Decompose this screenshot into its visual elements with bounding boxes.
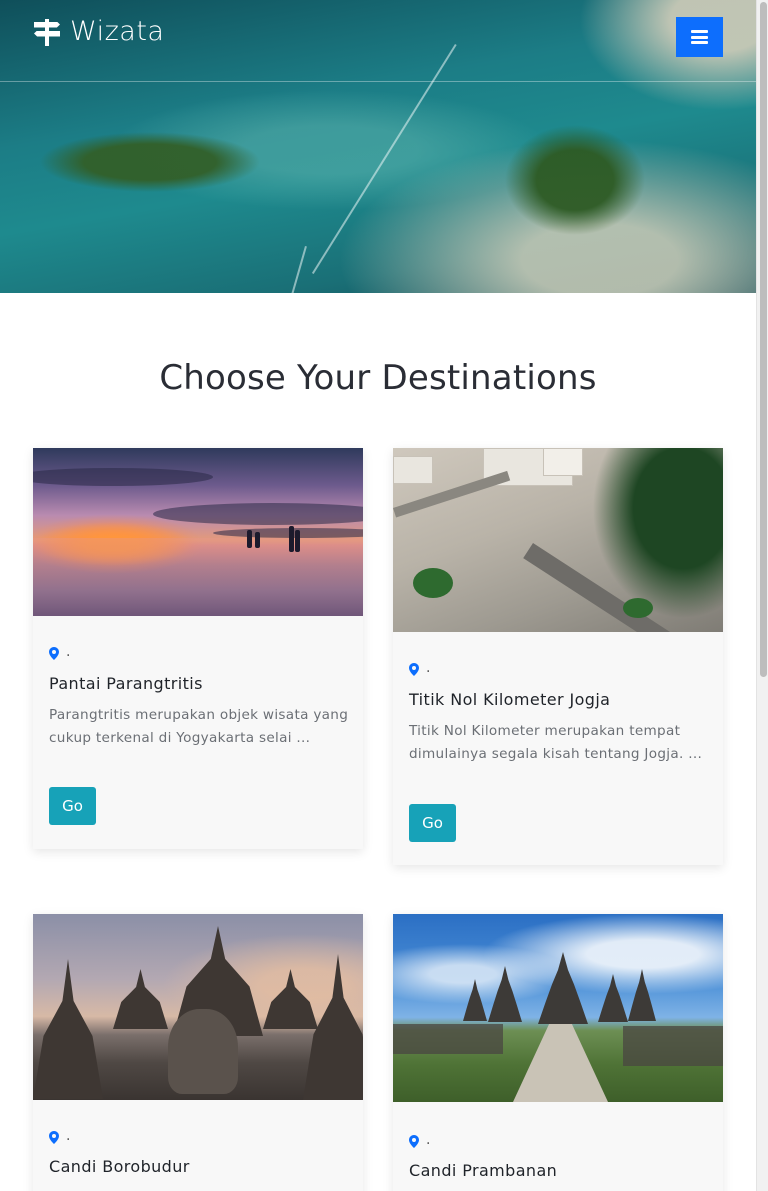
destination-photo-parangtritis — [33, 448, 363, 616]
location-text: . — [426, 1132, 431, 1148]
destination-title[interactable]: Candi Prambanan — [409, 1161, 557, 1180]
destination-card: . Pantai Parangtritis Parangtritis merup… — [33, 448, 363, 849]
location-text: . — [66, 644, 71, 660]
destination-description: Titik Nol Kilometer merupakan tempat dim… — [409, 723, 703, 762]
location-pin-icon — [49, 1131, 59, 1144]
scrollbar-thumb[interactable] — [760, 2, 767, 677]
destination-description: Parangtritis merupakan objek wisata yang… — [49, 707, 349, 746]
go-button[interactable]: Go — [409, 804, 456, 842]
destination-card: . Candi Prambanan — [393, 914, 723, 1191]
destination-photo-borobudur — [33, 914, 363, 1100]
brand-name: Wizata — [70, 16, 165, 47]
destination-photo-prambanan — [393, 914, 723, 1102]
destination-title[interactable]: Pantai Parangtritis — [49, 674, 203, 693]
destination-title[interactable]: Candi Borobudur — [49, 1157, 190, 1176]
destination-card: . Candi Borobudur — [33, 914, 363, 1191]
location-pin-icon — [49, 647, 59, 660]
menu-toggle-button[interactable] — [676, 17, 723, 57]
destination-photo-titik-nol — [393, 448, 723, 632]
page-scrollbar[interactable] — [756, 0, 768, 1191]
section-title: Choose Your Destinations — [159, 358, 597, 398]
navbar-divider — [0, 81, 756, 82]
boat-wake — [311, 44, 457, 275]
destination-card: . Titik Nol Kilometer Jogja Titik Nol Ki… — [393, 448, 723, 865]
hero-banner: Wizata — [0, 0, 756, 293]
boat-wake — [289, 246, 307, 293]
location-text: . — [426, 660, 431, 676]
location-pin-icon — [409, 1135, 419, 1148]
go-button[interactable]: Go — [49, 787, 96, 825]
destination-title[interactable]: Titik Nol Kilometer Jogja — [409, 690, 610, 709]
signpost-icon — [34, 17, 60, 47]
location-text: . — [66, 1128, 71, 1144]
location-pin-icon — [409, 663, 419, 676]
hamburger-menu-icon — [691, 30, 708, 44]
brand-logo[interactable]: Wizata — [34, 16, 164, 47]
